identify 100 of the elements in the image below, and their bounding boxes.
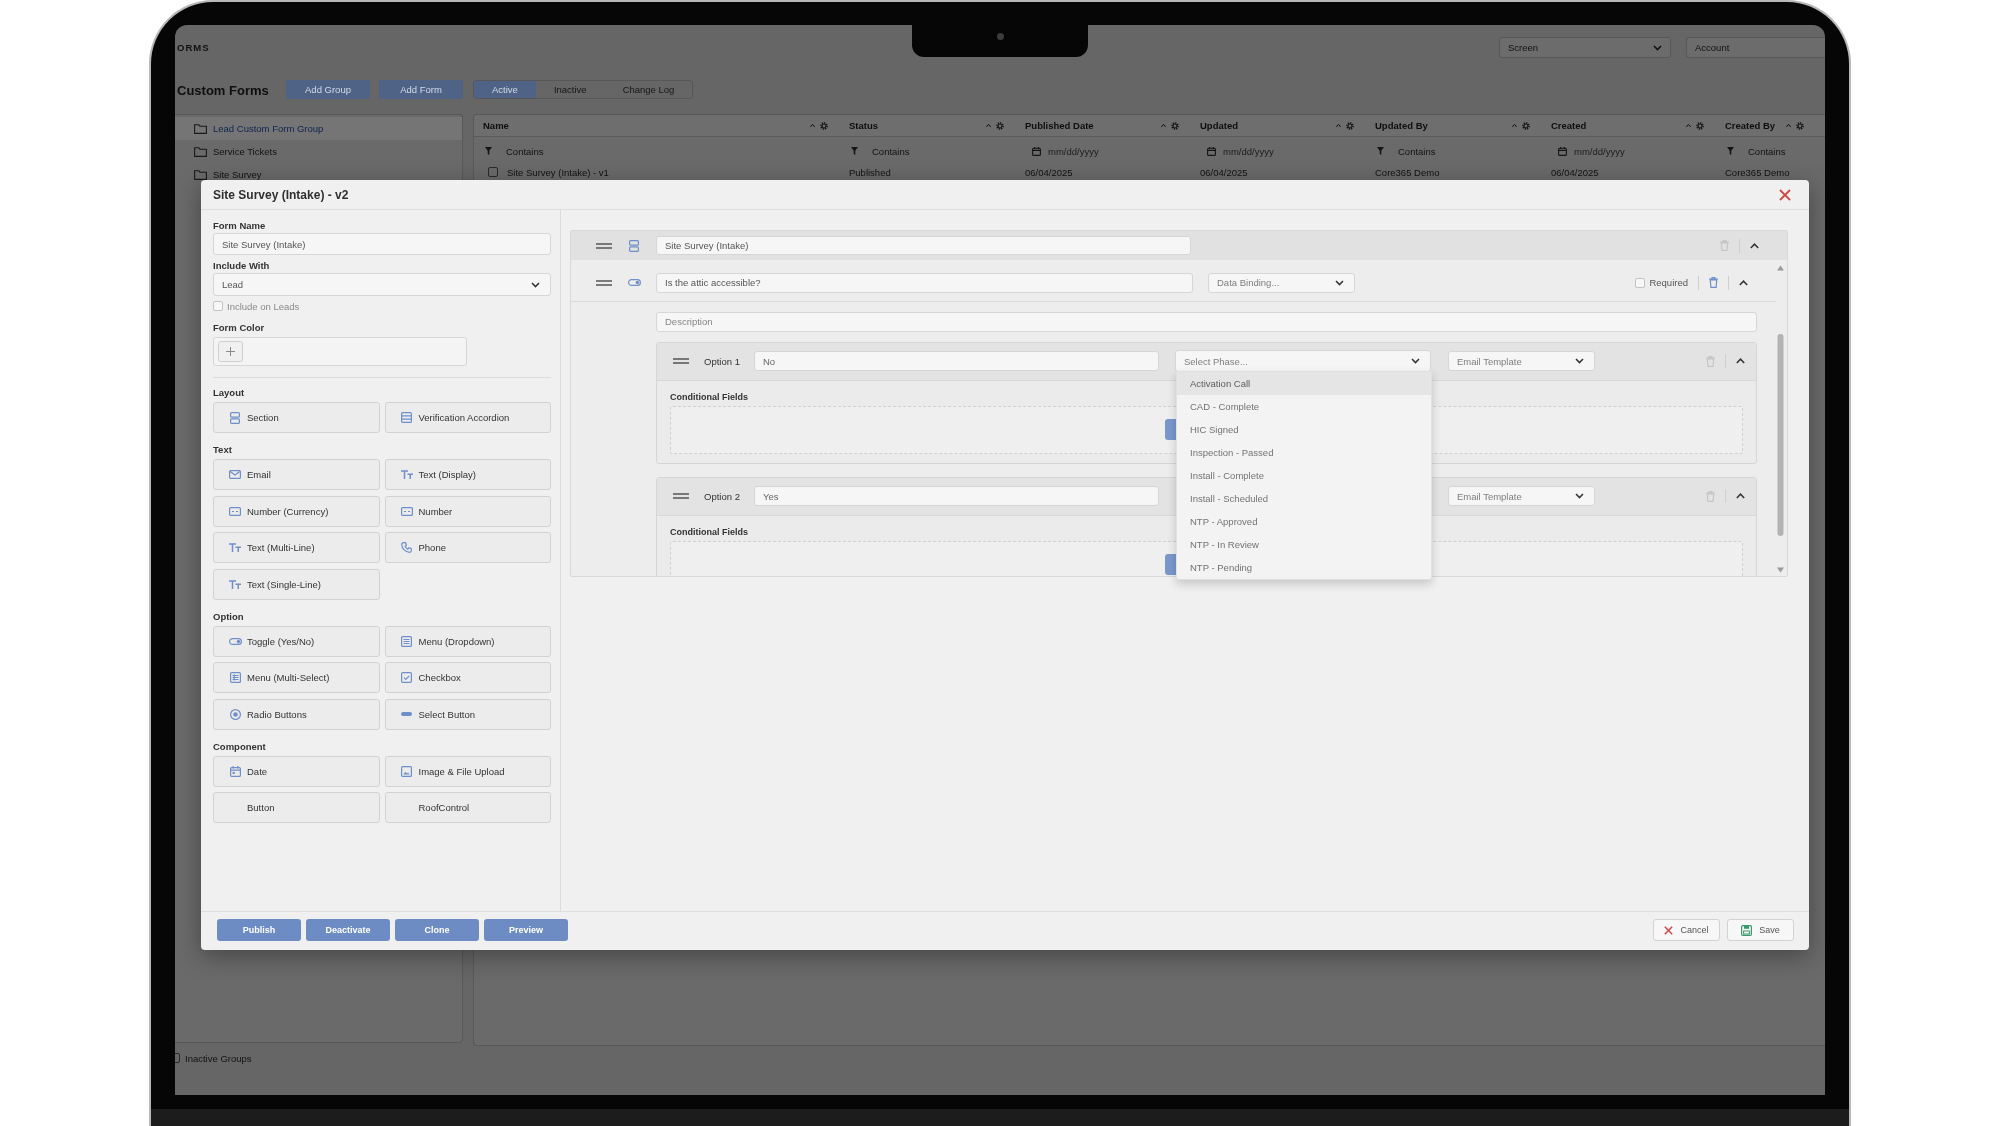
palette-item[interactable]: Verification Accordion	[384, 402, 551, 433]
palette-item[interactable]: Section	[213, 402, 380, 433]
menu-item[interactable]: CAD - Complete	[1177, 395, 1431, 418]
column-header[interactable]: Name	[483, 120, 509, 131]
menu-item[interactable]: Install - Scheduled	[1177, 487, 1431, 510]
palette-item[interactable]: Number	[384, 495, 551, 527]
group-item[interactable]: Service Tickets	[175, 140, 462, 163]
settings-icon[interactable]	[1796, 121, 1804, 130]
chevron-up-icon[interactable]	[1736, 493, 1745, 499]
funnel-icon[interactable]	[485, 147, 492, 155]
funnel-icon[interactable]	[1377, 147, 1384, 155]
palette-item[interactable]: RoofControl	[384, 792, 551, 823]
palette-item[interactable]: Image & File Upload	[384, 755, 551, 787]
include-with-select[interactable]: Lead	[213, 273, 551, 296]
settings-icon[interactable]	[1346, 121, 1354, 130]
chevron-up-icon[interactable]	[1739, 279, 1748, 286]
caret-up-icon[interactable]	[810, 124, 815, 127]
close-icon[interactable]	[1779, 188, 1791, 201]
question-input[interactable]: Is the attic accessible?	[656, 272, 1193, 293]
menu-item[interactable]: Install - Complete	[1177, 464, 1431, 487]
filter-field[interactable]: Contains	[1398, 145, 1508, 157]
section-title-input[interactable]: Site Survey (Intake)	[656, 236, 1191, 255]
menu-item[interactable]: NTP - Pending	[1177, 556, 1431, 579]
palette-item[interactable]: Text (Single-Line)	[213, 568, 380, 600]
caret-up-icon[interactable]	[1786, 124, 1791, 127]
filter-field[interactable]: mm/dd/yyyy	[1223, 145, 1333, 157]
column-header[interactable]: Status	[849, 120, 879, 131]
drag-handle-icon[interactable]	[673, 358, 689, 364]
column-header[interactable]: Published Date	[1025, 120, 1094, 131]
palette-item[interactable]: Phone	[384, 532, 551, 563]
caret-up-icon[interactable]	[1686, 124, 1691, 127]
calendar-icon[interactable]	[1032, 146, 1041, 156]
email-template-select[interactable]: Email Template	[1447, 486, 1595, 506]
menu-item[interactable]: HIC Signed	[1177, 418, 1431, 441]
calendar-icon[interactable]	[1558, 146, 1567, 156]
settings-icon[interactable]	[820, 121, 828, 130]
scrollbar[interactable]	[1776, 264, 1785, 574]
phase-select[interactable]: Select Phase...	[1174, 350, 1431, 372]
footer-button[interactable]: Clone	[395, 919, 479, 941]
add-field-button[interactable]	[1165, 554, 1176, 575]
status-tab[interactable]: Inactive	[535, 81, 605, 98]
drag-handle-icon[interactable]	[596, 279, 612, 286]
row-checkbox[interactable]	[488, 167, 498, 177]
plus-icon[interactable]	[218, 341, 243, 362]
caret-up-icon[interactable]	[1336, 124, 1341, 127]
filter-field[interactable]: Contains	[1748, 145, 1825, 157]
filter-field[interactable]: mm/dd/yyyy	[1048, 145, 1158, 157]
trash-icon[interactable]	[1709, 277, 1718, 288]
filter-field[interactable]: Contains	[872, 145, 982, 157]
status-tab[interactable]: Change Log	[604, 81, 693, 98]
palette-item[interactable]: Number (Currency)	[213, 495, 380, 527]
chevron-up-icon[interactable]	[1750, 242, 1759, 249]
add-field-button[interactable]	[1165, 419, 1176, 440]
footer-button[interactable]: Deactivate	[306, 919, 390, 941]
column-header[interactable]: Created	[1551, 120, 1587, 131]
filter-field[interactable]: mm/dd/yyyy	[1574, 145, 1684, 157]
caret-up-icon[interactable]	[986, 124, 991, 127]
settings-icon[interactable]	[1696, 121, 1704, 130]
menu-item[interactable]: Activation Call	[1177, 372, 1431, 395]
palette-item[interactable]: Text (Display)	[384, 459, 551, 490]
settings-icon[interactable]	[996, 121, 1004, 130]
funnel-icon[interactable]	[851, 147, 858, 155]
palette-item[interactable]: Date	[213, 755, 380, 787]
footer-button[interactable]: Publish	[217, 919, 301, 941]
header-button[interactable]: Add Form	[379, 80, 463, 99]
footer-button[interactable]: Preview	[484, 919, 568, 941]
menu-item[interactable]: NTP - Approved	[1177, 510, 1431, 533]
cancel-button[interactable]: Cancel	[1653, 919, 1720, 941]
calendar-icon[interactable]	[1207, 146, 1216, 156]
settings-icon[interactable]	[1522, 121, 1530, 130]
drag-handle-icon[interactable]	[673, 493, 689, 499]
form-name-input[interactable]: Site Survey (Intake)	[213, 233, 551, 255]
data-binding-select[interactable]: Data Binding...	[1208, 272, 1355, 293]
account-field[interactable]: Account	[1686, 37, 1825, 58]
screen-select[interactable]: Screen	[1499, 37, 1671, 58]
description-input[interactable]: Description	[656, 311, 1757, 332]
drag-handle-icon[interactable]	[596, 242, 612, 249]
caret-up-icon[interactable]	[1512, 124, 1517, 127]
palette-item[interactable]: Checkbox	[384, 662, 551, 693]
option-value-input[interactable]: Yes	[753, 486, 1159, 506]
palette-item[interactable]: Text (Multi-Line)	[213, 532, 380, 563]
status-tab[interactable]: Active	[474, 81, 536, 98]
menu-item[interactable]: Inspection - Passed	[1177, 441, 1431, 464]
palette-item[interactable]: Email	[213, 459, 380, 490]
funnel-icon[interactable]	[1727, 147, 1734, 155]
color-field[interactable]	[213, 337, 467, 366]
save-button[interactable]: Save	[1727, 919, 1794, 941]
group-item[interactable]: Site Survey	[175, 163, 462, 186]
palette-item[interactable]: Menu (Multi-Select)	[213, 662, 380, 693]
palette-item[interactable]: Select Button	[384, 698, 551, 730]
palette-item[interactable]: Radio Buttons	[213, 698, 380, 730]
group-item[interactable]: Lead Custom Form Group	[175, 117, 462, 140]
palette-item[interactable]: Menu (Dropdown)	[384, 625, 551, 657]
option-value-input[interactable]: No	[753, 351, 1159, 371]
header-button[interactable]: Add Group	[286, 80, 370, 99]
column-header[interactable]: Created By	[1725, 120, 1776, 131]
palette-item[interactable]: Button	[213, 792, 380, 823]
chevron-up-icon[interactable]	[1736, 358, 1745, 364]
email-template-select[interactable]: Email Template	[1447, 351, 1595, 371]
menu-item[interactable]: NTP - In Review	[1177, 533, 1431, 556]
